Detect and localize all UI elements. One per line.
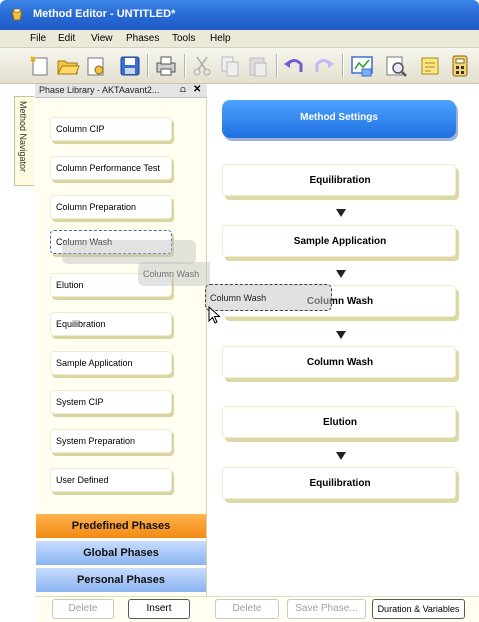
copy-icon[interactable] — [218, 54, 242, 78]
drag-drop-indicator: Column Wash — [205, 284, 332, 311]
toolbar — [0, 48, 479, 84]
menu-tools[interactable]: Tools — [172, 33, 195, 44]
menu-help[interactable]: Help — [210, 33, 231, 44]
phase-item-equilibration[interactable]: Equilibration — [50, 312, 172, 336]
arrow-down-icon — [336, 331, 346, 339]
notes-icon[interactable] — [418, 54, 442, 78]
method-step-equilibration-2[interactable]: Equilibration — [222, 467, 456, 499]
open-folder-icon[interactable] — [56, 54, 80, 78]
cut-icon[interactable] — [190, 54, 214, 78]
mouse-cursor-icon — [208, 306, 221, 324]
menu-phases[interactable]: Phases — [126, 33, 159, 44]
method-step-sample-application[interactable]: Sample Application — [222, 225, 456, 257]
phase-item-column-preparation[interactable]: Column Preparation — [50, 195, 172, 219]
phase-item-sample-application[interactable]: Sample Application — [50, 351, 172, 375]
drag-ghost-trail — [62, 240, 196, 264]
drag-ghost-label: Column Wash — [143, 269, 200, 279]
method-navigator-tab[interactable]: Method Navigator — [14, 96, 34, 186]
toolbar-separator — [147, 54, 149, 78]
paste-icon[interactable] — [246, 54, 270, 78]
global-phases-tab[interactable]: Global Phases — [36, 541, 206, 565]
method-view-icon[interactable] — [350, 54, 374, 78]
insert-button[interactable]: Insert — [128, 599, 190, 619]
menu-view[interactable]: View — [91, 33, 113, 44]
print-icon[interactable] — [154, 54, 178, 78]
phase-item-system-preparation[interactable]: System Preparation — [50, 429, 172, 453]
phase-item-column-cip[interactable]: Column CIP — [50, 117, 172, 141]
predefined-phases-tab[interactable]: Predefined Phases — [36, 514, 206, 538]
method-step-column-wash[interactable]: Column Wash — [222, 346, 456, 378]
method-panel — [210, 84, 479, 596]
save-icon[interactable] — [118, 54, 142, 78]
window-title: Method Editor - UNTITLED* — [33, 8, 176, 20]
toolbar-separator — [276, 54, 278, 78]
menu-edit[interactable]: Edit — [58, 33, 75, 44]
method-step-elution[interactable]: Elution — [222, 406, 456, 438]
phase-item-column-performance-test[interactable]: Column Performance Test — [50, 156, 172, 180]
phase-item-system-cip[interactable]: System CIP — [50, 390, 172, 414]
arrow-down-icon — [336, 270, 346, 278]
toolbar-separator — [184, 54, 186, 78]
phase-library-header: Phase Library - AKTAavant2... ⩍ ✕ — [35, 84, 207, 98]
arrow-down-icon — [336, 452, 346, 460]
method-step-equilibration[interactable]: Equilibration — [222, 164, 456, 196]
menu-bar: File Edit View Phases Tools Help — [0, 30, 479, 48]
pin-icon[interactable]: ⩍ — [180, 84, 186, 95]
toolbar-separator — [342, 54, 344, 78]
save-phase-button[interactable]: Save Phase... — [287, 599, 366, 619]
phase-item-user-defined[interactable]: User Defined — [50, 468, 172, 492]
calculator-icon[interactable] — [448, 54, 472, 78]
method-settings-button[interactable]: Method Settings — [222, 100, 456, 138]
new-method-icon[interactable] — [28, 54, 52, 78]
app-icon — [11, 8, 23, 21]
library-delete-button[interactable]: Delete — [52, 599, 114, 619]
drag-drop-label: Column Wash — [210, 293, 267, 303]
method-delete-button[interactable]: Delete — [215, 599, 279, 619]
title-bar: Method Editor - UNTITLED* — [0, 0, 479, 30]
open-method-icon[interactable] — [84, 54, 108, 78]
print-preview-icon[interactable] — [384, 54, 408, 78]
phase-library-title: Phase Library - AKTAavant2... — [39, 85, 160, 95]
redo-icon[interactable] — [312, 54, 336, 78]
close-icon[interactable]: ✕ — [193, 84, 201, 95]
duration-variables-button[interactable]: Duration & Variables — [372, 599, 465, 619]
method-navigator-label: Method Navigator — [18, 101, 28, 173]
arrow-down-icon — [336, 209, 346, 217]
undo-icon[interactable] — [282, 54, 306, 78]
menu-file[interactable]: File — [30, 33, 46, 44]
personal-phases-tab[interactable]: Personal Phases — [36, 568, 206, 592]
